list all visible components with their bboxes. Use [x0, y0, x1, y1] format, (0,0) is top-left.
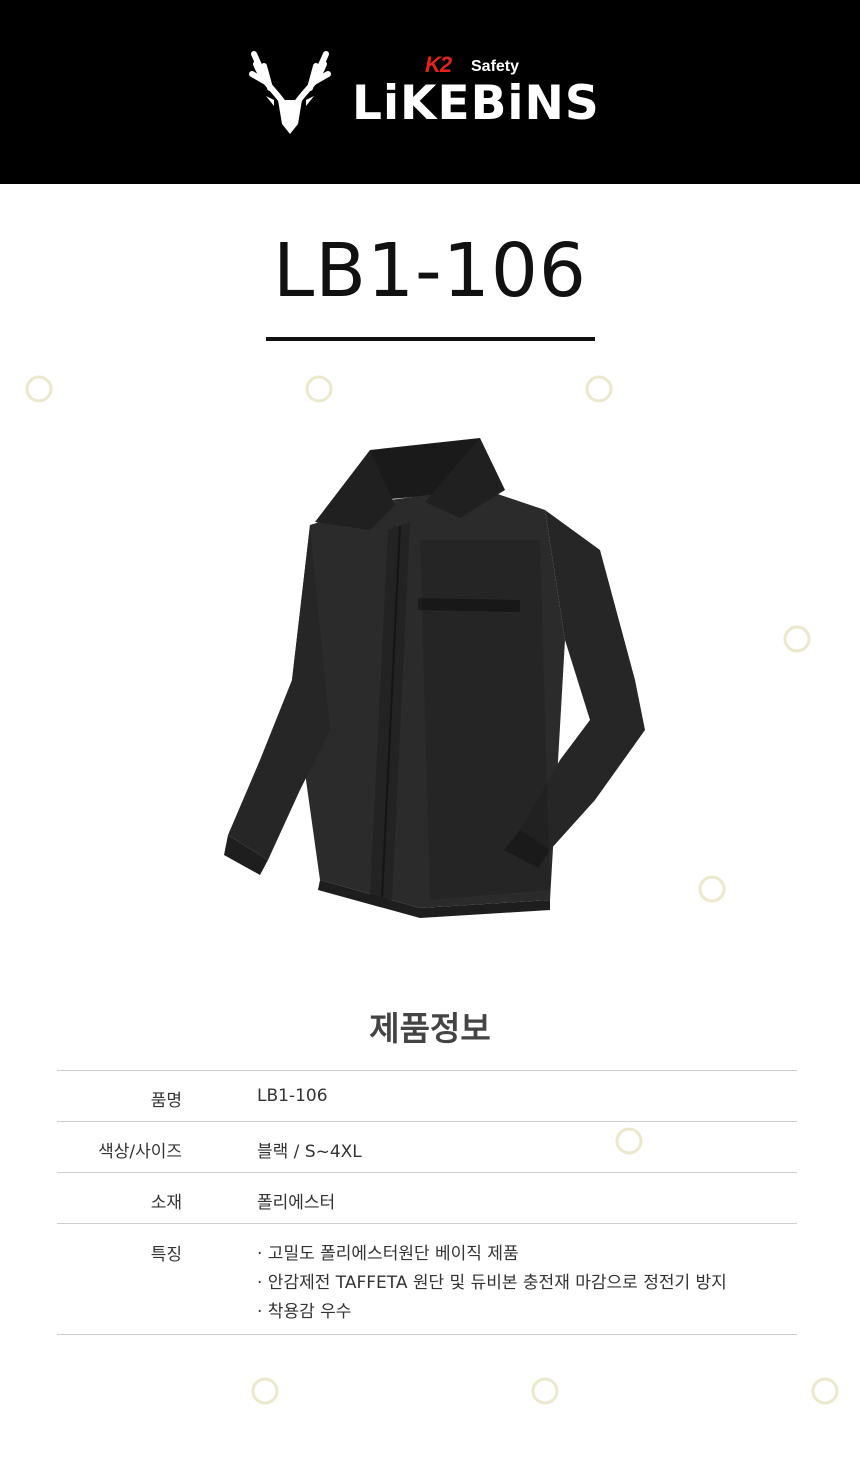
brand-name: LiKEBiNS — [352, 76, 600, 131]
row-label-color-size: 색상/사이즈 — [98, 1142, 182, 1162]
row-value-color-size: 블랙 / S~4XL — [257, 1142, 362, 1162]
watermark-icon — [783, 625, 811, 653]
safety-label: Safety — [471, 58, 520, 75]
black-jacket-image — [224, 438, 645, 918]
product-model-title: LB1-106 — [272, 228, 588, 314]
feature-item: · 고밀도 폴리에스터원단 베이직 제품 — [257, 1244, 519, 1264]
k2-logo: K2 — [425, 52, 452, 77]
row-label-material: 소재 — [150, 1193, 182, 1213]
table-row: 소재 폴리에스터 — [57, 1172, 797, 1223]
product-info-table: 품명 LB1-106 색상/사이즈 블랙 / S~4XL 소재 폴리에스터 특징… — [57, 1070, 797, 1335]
watermark-icon — [25, 375, 53, 403]
watermark-icon — [698, 875, 726, 903]
watermark-icon — [811, 1377, 839, 1405]
feature-item: · 착용감 우수 — [257, 1302, 352, 1322]
feature-item: · 안감제전 TAFFETA 원단 및 듀비본 충전재 마감으로 정전기 방지 — [257, 1273, 727, 1293]
watermark-icon — [585, 375, 613, 403]
watermark-icon — [251, 1377, 279, 1405]
row-label-features: 특징 — [150, 1245, 182, 1265]
watermark-icon — [305, 375, 333, 403]
table-row: 특징 · 고밀도 폴리에스터원단 베이직 제품 · 안감제전 TAFFETA 원… — [57, 1223, 797, 1335]
product-info-title: 제품정보 — [369, 1009, 491, 1048]
watermark-icon — [615, 1127, 643, 1155]
row-value-name: LB1-106 — [257, 1086, 328, 1106]
row-label-name: 품명 — [150, 1091, 182, 1111]
table-row: 품명 LB1-106 — [57, 1070, 797, 1121]
deer-antler-icon — [249, 51, 331, 134]
brand-header: K2 Safety LiKEBiNS — [0, 0, 860, 184]
title-divider — [266, 337, 595, 341]
watermark-icon — [531, 1377, 559, 1405]
row-value-material: 폴리에스터 — [257, 1193, 336, 1213]
feature-list: · 고밀도 폴리에스터원단 베이직 제품 · 안감제전 TAFFETA 원단 및… — [257, 1240, 727, 1327]
table-row: 색상/사이즈 블랙 / S~4XL — [57, 1121, 797, 1172]
